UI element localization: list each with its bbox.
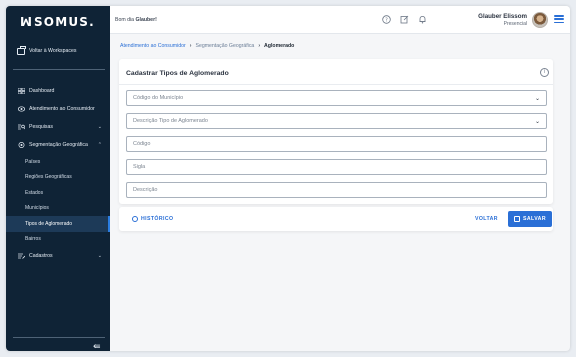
sidebar-subitem-regioes[interactable]: Regiões Geográficas bbox=[6, 170, 110, 186]
sidebar-item-atendimento[interactable]: Atendimento ao Consumidor bbox=[6, 100, 110, 118]
logo-text: SOMUS. bbox=[33, 15, 95, 29]
chevron-down-icon: ⌄ bbox=[97, 124, 102, 130]
chevron-up-icon: ⌃ bbox=[97, 142, 102, 148]
breadcrumb: Atendimento ao Consumidor › Segmentação … bbox=[120, 43, 294, 49]
sidebar-subitem-label: Municípios bbox=[25, 205, 49, 212]
sidebar-divider bbox=[13, 337, 105, 338]
field-placeholder: Descrição bbox=[133, 187, 158, 193]
sidebar-subitem-label: Estados bbox=[25, 189, 44, 196]
municipio-code-select[interactable]: Código do Município ⌄ bbox=[126, 90, 547, 106]
sidebar-subitem-bairros[interactable]: Bairros bbox=[6, 232, 110, 248]
field-placeholder: Descrição Tipo de Aglomerado bbox=[133, 118, 208, 124]
sidebar: ꟽ SOMUS. Voltar à Workspaces Dashboard A… bbox=[6, 6, 110, 351]
sidebar-item-pesquisas[interactable]: Pesquisas ⌄ bbox=[6, 118, 110, 136]
top-bar: Bom dia Glauber! ? Glauber Elissom Prese… bbox=[110, 6, 570, 34]
history-icon bbox=[132, 216, 138, 222]
eye-icon bbox=[17, 106, 26, 112]
chevron-down-icon: ⌄ bbox=[534, 119, 540, 125]
sidebar-subitem-label: Regiões Geográficas bbox=[25, 174, 72, 181]
sidebar-subitem-paises[interactable]: Países bbox=[6, 154, 110, 170]
dashboard-icon bbox=[17, 87, 26, 95]
info-icon[interactable]: i bbox=[540, 68, 549, 77]
sidebar-subitem-label: Tipos de Aglomerado bbox=[25, 220, 73, 227]
logo: ꟽ SOMUS. bbox=[20, 15, 95, 29]
sidebar-subitem-label: Bairros bbox=[25, 236, 41, 243]
form-title: Cadastrar Tipos de Aglomerado bbox=[126, 70, 229, 77]
sidebar-subitem-municipios[interactable]: Municípios bbox=[6, 201, 110, 217]
greeting-prefix: Bom dia bbox=[115, 17, 135, 23]
sidebar-subitem-label: Países bbox=[25, 158, 41, 165]
breadcrumb-separator-icon: › bbox=[258, 43, 261, 49]
history-button[interactable]: HISTÓRICO bbox=[132, 216, 173, 222]
menu-icon[interactable] bbox=[554, 15, 564, 24]
sidebar-item-label: Atendimento ao Consumidor bbox=[29, 106, 95, 112]
sigla-field[interactable]: Sigla bbox=[126, 159, 547, 175]
aglomerado-type-select[interactable]: Descrição Tipo de Aglomerado ⌄ bbox=[126, 113, 547, 129]
bell-icon[interactable] bbox=[418, 15, 427, 24]
logo-mark: ꟽ bbox=[20, 15, 32, 29]
workspace-label: Voltar à Workspaces bbox=[29, 48, 77, 54]
save-label: SALVAR bbox=[523, 216, 546, 222]
greeting-name: Glauber! bbox=[135, 17, 157, 23]
sidebar-nav: Dashboard Atendimento ao Consumidor Pesq… bbox=[6, 82, 110, 265]
sidebar-divider bbox=[13, 69, 105, 70]
sidebar-item-label: Dashboard bbox=[29, 88, 55, 94]
breadcrumb-link[interactable]: Atendimento ao Consumidor bbox=[120, 43, 186, 49]
workspace-icon bbox=[17, 45, 26, 55]
sidebar-subitem-tipos-aglomerado[interactable]: Tipos de Aglomerado bbox=[6, 216, 110, 232]
sidebar-item-cadastros[interactable]: Cadastros ⌄ bbox=[6, 247, 110, 265]
list-edit-icon bbox=[18, 253, 26, 259]
field-placeholder: Sigla bbox=[133, 164, 146, 170]
description-field[interactable]: Descrição bbox=[126, 182, 547, 198]
field-placeholder: Código bbox=[133, 141, 151, 147]
history-label: HISTÓRICO bbox=[141, 216, 174, 222]
app-window: ꟽ SOMUS. Voltar à Workspaces Dashboard A… bbox=[6, 6, 570, 351]
user-status: Presencial bbox=[503, 21, 527, 27]
greeting: Bom dia Glauber! bbox=[115, 17, 157, 23]
breadcrumb-current: Aglomerado bbox=[264, 43, 295, 49]
code-field[interactable]: Código bbox=[126, 136, 547, 152]
sidebar-item-label: Segmentação Geográfica bbox=[29, 142, 88, 148]
save-icon bbox=[514, 216, 521, 222]
sidebar-item-segmentacao[interactable]: Segmentação Geográfica ⌃ bbox=[6, 136, 110, 154]
breadcrumb-link[interactable]: Segmentação Geográfica bbox=[195, 43, 254, 49]
chevron-down-icon: ⌄ bbox=[97, 253, 102, 259]
chevron-down-icon: ⌄ bbox=[534, 96, 540, 102]
target-icon bbox=[18, 142, 25, 148]
sidebar-item-dashboard[interactable]: Dashboard bbox=[6, 82, 110, 100]
sidebar-item-label: Cadastros bbox=[29, 253, 53, 259]
field-placeholder: Código do Município bbox=[133, 95, 184, 101]
back-button[interactable]: VOLTAR bbox=[475, 216, 498, 222]
help-icon[interactable]: ? bbox=[382, 15, 391, 24]
action-bar: HISTÓRICO VOLTAR SALVAR bbox=[119, 207, 553, 231]
edit-note-icon[interactable] bbox=[400, 15, 409, 24]
user-name: Glauber Elissom bbox=[478, 13, 527, 20]
collapse-sidebar-icon[interactable]: ⇚ bbox=[93, 342, 101, 351]
sidebar-subitem-estados[interactable]: Estados bbox=[6, 185, 110, 201]
save-button[interactable]: SALVAR bbox=[508, 211, 552, 227]
form-card: Cadastrar Tipos de Aglomerado i Código d… bbox=[119, 59, 553, 204]
svg-text:?: ? bbox=[385, 17, 388, 23]
card-divider bbox=[119, 84, 553, 85]
search-list-icon bbox=[18, 124, 26, 130]
breadcrumb-separator-icon: › bbox=[189, 43, 192, 49]
sidebar-item-label: Pesquisas bbox=[29, 124, 53, 130]
avatar[interactable] bbox=[532, 12, 548, 28]
back-to-workspaces-button[interactable]: Voltar à Workspaces bbox=[13, 41, 104, 61]
